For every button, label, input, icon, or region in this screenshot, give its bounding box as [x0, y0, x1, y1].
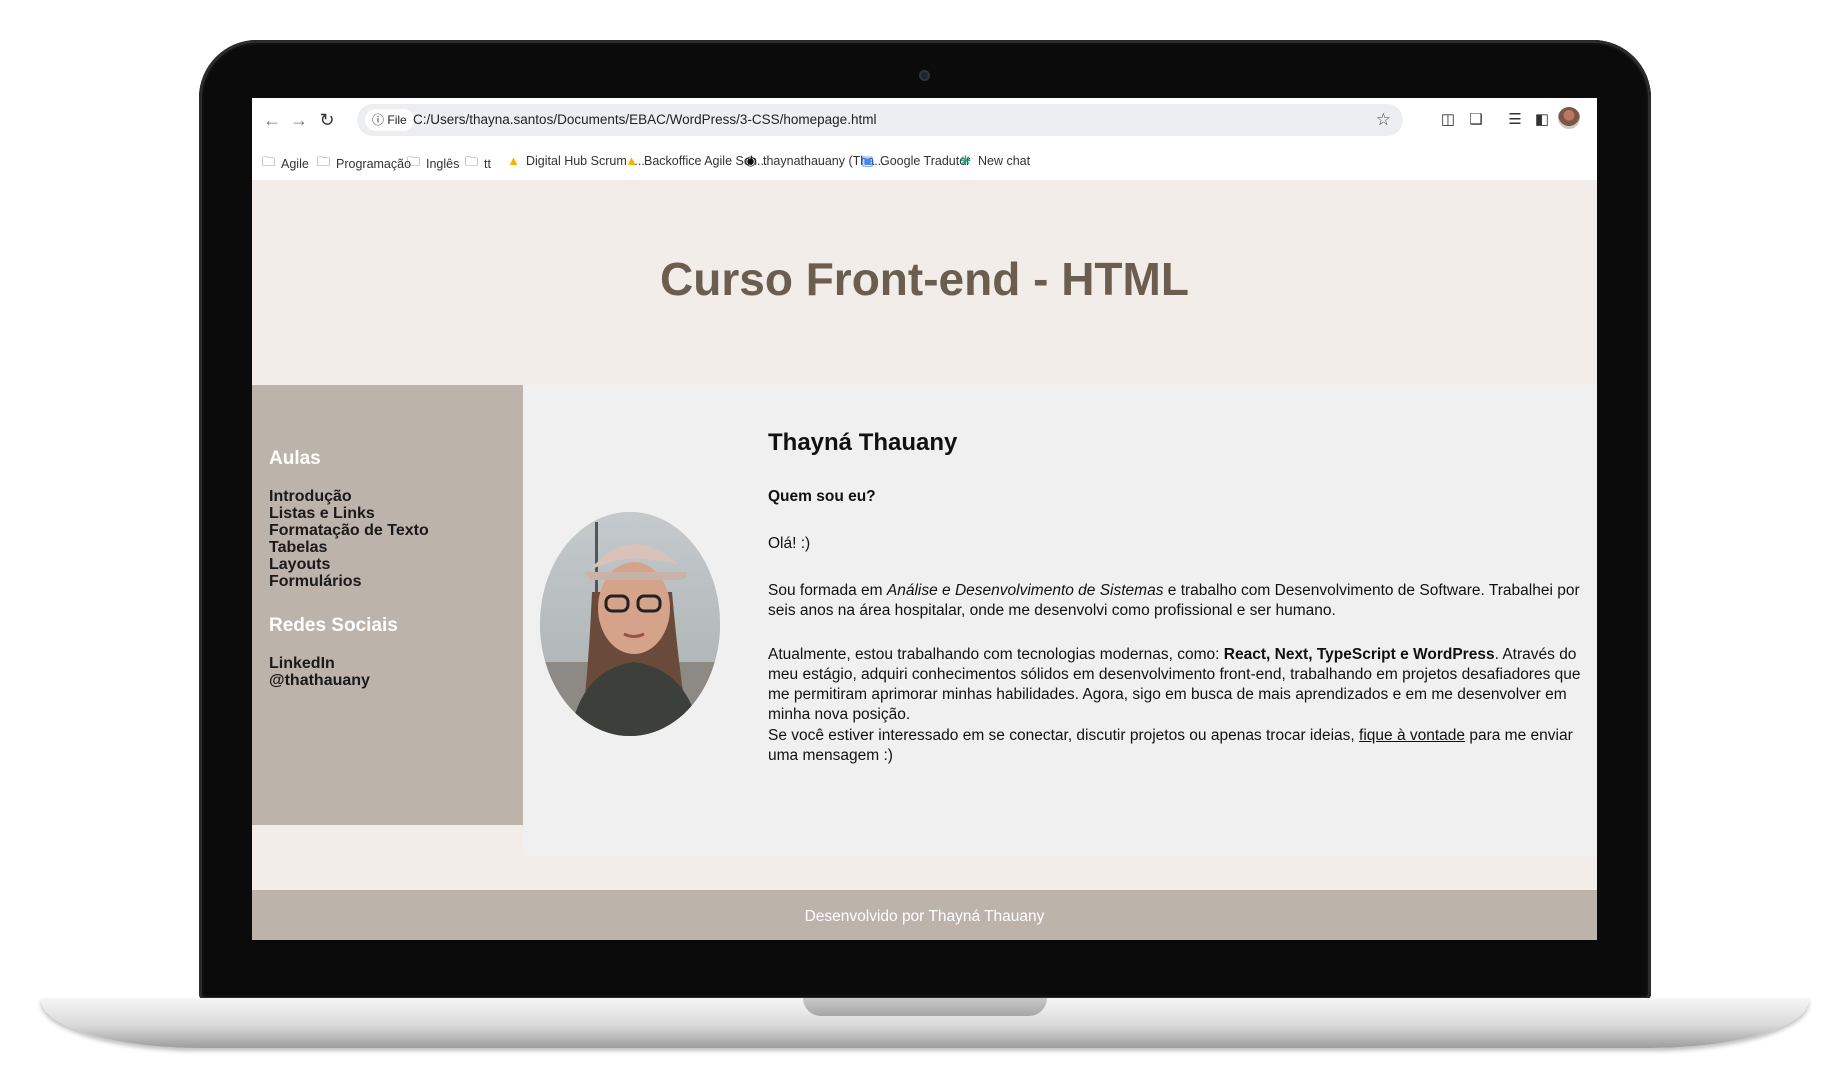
footer: Desenvolvido por Thayná Thauany: [252, 890, 1597, 940]
course-name: Análise e Desenvolvimento de Sistemas: [886, 582, 1164, 599]
star-icon[interactable]: ☆: [1376, 104, 1391, 136]
sidebar-link-formularios[interactable]: Formulários: [269, 573, 361, 591]
web-page: Curso Front-end - HTML Aulas Introdução …: [252, 180, 1597, 940]
drive-icon: ▲: [507, 153, 520, 168]
bookmark-agile[interactable]: 🗀 Agile: [261, 153, 309, 175]
back-icon[interactable]: ←: [260, 108, 284, 132]
bookmark-ingles[interactable]: 🗀 Inglês: [406, 153, 459, 175]
sidebar: Aulas Introdução Listas e Links Formataç…: [252, 385, 523, 825]
paragraph-technologies: Atualmente, estou trabalhando com tecnol…: [768, 646, 1581, 723]
laptop-notch: [803, 998, 1047, 1016]
contact-link[interactable]: fique à vontade: [1359, 727, 1465, 744]
footer-text: Desenvolvido por Thayná Thauany: [804, 908, 1045, 925]
page-title: Curso Front-end - HTML: [660, 253, 1189, 305]
bookmarks-bar: 🗀 Agile 🗀 Programação 🗀 Inglês 🗀 tt ▲ Digital…: [252, 144, 1597, 180]
profile-name: Thayná Thauany: [768, 429, 958, 456]
browser-toolbar: ← → ↻ ⓘ File C:/Users/thayna.santos/Docu…: [252, 98, 1597, 144]
chat-icon: ❋: [960, 153, 971, 168]
sidebar-heading-redes: Redes Sociais: [269, 615, 398, 636]
sidebar-link-tabelas[interactable]: Tabelas: [269, 539, 327, 557]
puzzle-icon[interactable]: ❏: [1465, 109, 1487, 131]
url-text[interactable]: C:/Users/thayna.santos/Documents/EBAC/Wo…: [413, 104, 876, 136]
file-label: File: [387, 113, 407, 127]
github-icon: ◉: [744, 153, 757, 168]
profile-photo: [540, 512, 720, 736]
profile-avatar[interactable]: [1558, 107, 1580, 129]
technologies-list: React, Next, TypeScript e WordPress: [1223, 646, 1495, 663]
drive-icon: ▲: [625, 153, 638, 168]
side-panel-icon[interactable]: ◧: [1531, 109, 1553, 131]
sidebar-link-introducao[interactable]: Introdução: [269, 488, 352, 506]
screen: ← → ↻ ⓘ File C:/Users/thayna.santos/Docu…: [252, 98, 1597, 940]
greeting-text: Olá! :): [768, 535, 811, 552]
profile-subtitle: Quem sou eu?: [768, 488, 876, 505]
folder-icon: 🗀: [406, 154, 420, 169]
sidebar-heading-aulas: Aulas: [269, 448, 321, 469]
info-icon: ⓘ: [372, 113, 385, 127]
folder-icon: 🗀: [316, 154, 330, 169]
reading-list-icon[interactable]: ☰: [1504, 109, 1526, 131]
translate-icon: ▣: [861, 153, 874, 168]
folder-icon: 🗀: [464, 154, 478, 169]
sidebar-link-instagram[interactable]: @thathauany: [269, 672, 370, 690]
main-content: Thayná Thauany Quem sou eu? Olá! :) Sou …: [523, 385, 1597, 855]
bookmark-tt[interactable]: 🗀 tt: [464, 153, 491, 175]
reload-icon[interactable]: ↻: [315, 108, 339, 132]
sidebar-link-formatacao[interactable]: Formatação de Texto: [269, 522, 429, 540]
sidebar-link-linkedin[interactable]: LinkedIn: [269, 655, 335, 673]
site-info-chip[interactable]: ⓘ File: [365, 109, 414, 131]
address-bar[interactable]: ⓘ File C:/Users/thayna.santos/Documents/…: [357, 104, 1403, 136]
extension-icon[interactable]: ◫: [1437, 109, 1459, 131]
bookmark-new-chat[interactable]: ❋ New chat: [958, 153, 1030, 169]
sidebar-link-layouts[interactable]: Layouts: [269, 556, 330, 574]
bookmark-google-tradutor[interactable]: ▣ Google Tradutor: [860, 153, 970, 169]
sidebar-link-listas-e-links[interactable]: Listas e Links: [269, 505, 375, 523]
forward-icon[interactable]: →: [287, 108, 311, 132]
paragraph-education: Sou formada em Análise e Desenvolvimento…: [768, 582, 1580, 619]
bookmark-programacao[interactable]: 🗀 Programação: [316, 153, 411, 175]
camera: [919, 70, 930, 81]
folder-icon: 🗀: [261, 154, 275, 169]
paragraph-contact: Se você estiver interessado em se conect…: [768, 727, 1573, 764]
